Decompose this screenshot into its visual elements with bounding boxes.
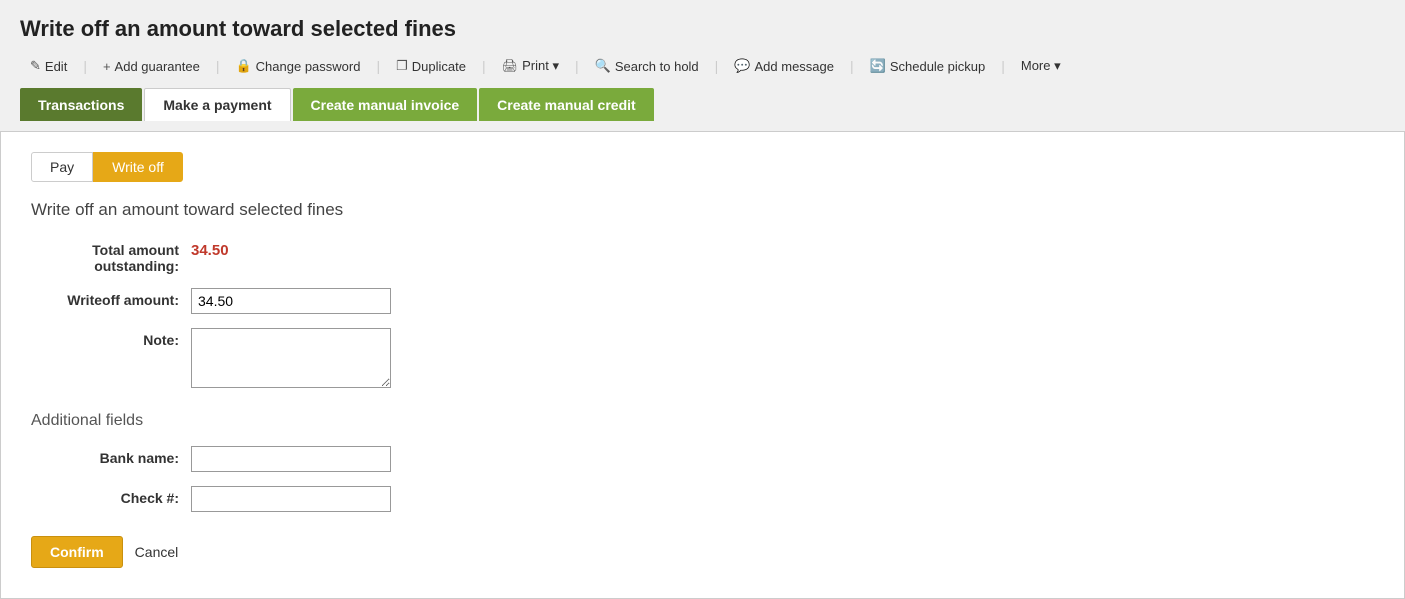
note-row: Note: xyxy=(31,328,1374,388)
total-amount-row: Total amount outstanding: 34.50 xyxy=(31,238,1374,274)
search-to-hold-button[interactable]: 🔍 Search to hold xyxy=(585,54,709,78)
pay-tab[interactable]: Pay xyxy=(31,152,93,182)
writeoff-amount-row: Writeoff amount: xyxy=(31,288,1374,314)
total-amount-value: 34.50 xyxy=(191,238,229,259)
print-button[interactable]: 🖨 Print ▾ xyxy=(492,54,569,78)
duplicate-button[interactable]: ❐ Duplicate xyxy=(386,54,476,78)
duplicate-icon: ❐ xyxy=(396,58,408,74)
change-password-button[interactable]: 🔒 Change password xyxy=(225,54,370,78)
schedule-pickup-button[interactable]: 🔄 Schedule pickup xyxy=(860,54,996,78)
check-label: Check #: xyxy=(31,486,191,506)
additional-fields-title: Additional fields xyxy=(31,412,1374,430)
bank-name-input[interactable] xyxy=(191,446,391,472)
print-icon: 🖨 xyxy=(502,58,519,74)
note-input[interactable] xyxy=(191,328,391,388)
pickup-icon: 🔄 xyxy=(870,58,886,74)
message-icon: 💬 xyxy=(734,58,750,74)
writeoff-tab[interactable]: Write off xyxy=(93,152,183,182)
bank-name-label: Bank name: xyxy=(31,446,191,466)
section-title: Write off an amount toward selected fine… xyxy=(31,200,1374,220)
tab-create-invoice[interactable]: Create manual invoice xyxy=(293,88,478,121)
confirm-button[interactable]: Confirm xyxy=(31,536,123,568)
bank-name-row: Bank name: xyxy=(31,446,1374,472)
note-label: Note: xyxy=(31,328,191,348)
tab-create-credit[interactable]: Create manual credit xyxy=(479,88,654,121)
plus-icon: + xyxy=(103,59,111,74)
tab-make-payment[interactable]: Make a payment xyxy=(144,88,290,121)
pay-writeoff-tabs: Pay Write off xyxy=(31,152,1374,182)
more-button[interactable]: More ▾ xyxy=(1011,54,1071,78)
check-row: Check #: xyxy=(31,486,1374,512)
search-icon: 🔍 xyxy=(595,58,611,74)
main-content: Pay Write off Write off an amount toward… xyxy=(0,131,1405,599)
tab-bar: Transactions Make a payment Create manua… xyxy=(20,88,1385,121)
add-message-button[interactable]: 💬 Add message xyxy=(724,54,844,78)
tab-transactions[interactable]: Transactions xyxy=(20,88,142,121)
cancel-button[interactable]: Cancel xyxy=(135,544,179,560)
add-guarantee-button[interactable]: + Add guarantee xyxy=(93,55,210,78)
toolbar: ✎ Edit | + Add guarantee | 🔒 Change pass… xyxy=(20,54,1385,88)
check-input[interactable] xyxy=(191,486,391,512)
edit-icon: ✎ xyxy=(30,58,41,74)
page-title: Write off an amount toward selected fine… xyxy=(20,16,1385,42)
edit-button[interactable]: ✎ Edit xyxy=(20,54,77,78)
lock-icon: 🔒 xyxy=(235,58,251,74)
total-amount-label: Total amount outstanding: xyxy=(31,238,191,274)
writeoff-amount-label: Writeoff amount: xyxy=(31,288,191,308)
confirm-row: Confirm Cancel xyxy=(31,536,1374,568)
writeoff-amount-input[interactable] xyxy=(191,288,391,314)
